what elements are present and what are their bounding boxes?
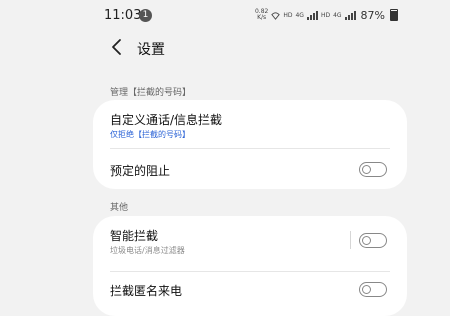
status-icons: 0.82 K/s HD 4G HD 4G 87%: [255, 8, 398, 22]
section-label-blocked-numbers: 管理【拦截的号码】: [110, 88, 192, 98]
notification-badge-icon: 1: [139, 9, 152, 22]
settings-card-other: 智能拦截 垃圾电话/消息过滤器 拦截匿名来电: [93, 216, 407, 316]
chevron-left-icon: [112, 39, 121, 55]
toggle-knob: [362, 235, 371, 245]
lte-label: 4G: [295, 11, 304, 19]
battery-icon: [390, 9, 398, 21]
network-speed: 0.82 K/s: [255, 9, 268, 21]
row-scheduled-block[interactable]: 预定的阻止: [93, 149, 407, 189]
signal-strength-icon: [306, 10, 318, 20]
status-bar: 11:03 1 0.82 K/s HD 4G HD 4G 87%: [0, 0, 450, 30]
status-time: 11:03: [104, 8, 142, 23]
row-title: 预定的阻止: [110, 164, 171, 178]
wifi-icon: [271, 11, 281, 20]
block-anonymous-toggle[interactable]: [359, 282, 387, 297]
hd-label: HD: [283, 11, 293, 19]
row-subtitle: 仅拒绝【拦截的号码】: [110, 130, 190, 139]
hd-label-2: HD: [320, 11, 331, 19]
row-title: 拦截匿名来电: [110, 284, 183, 298]
signal-strength-icon-2: [344, 10, 356, 20]
toggle-knob: [362, 164, 371, 174]
lte-label-2: 4G: [333, 11, 342, 19]
network-speed-unit: K/s: [257, 14, 267, 21]
smart-blocking-toggle[interactable]: [359, 233, 387, 248]
battery-percent: 87%: [360, 8, 385, 22]
row-smart-blocking[interactable]: 智能拦截 垃圾电话/消息过滤器: [93, 216, 407, 264]
back-button[interactable]: [106, 36, 128, 58]
row-title: 智能拦截: [110, 229, 159, 243]
row-title: 自定义通话/信息拦截: [110, 113, 223, 127]
settings-card-blocking: 自定义通话/信息拦截 仅拒绝【拦截的号码】 预定的阻止: [93, 100, 407, 189]
row-custom-call-message-blocking[interactable]: 自定义通话/信息拦截 仅拒绝【拦截的号码】: [93, 100, 407, 148]
page-title: 设置: [137, 42, 165, 58]
vertical-separator: [350, 231, 351, 249]
toggle-knob: [362, 284, 371, 294]
app-header: 设置: [0, 30, 450, 64]
scheduled-block-toggle[interactable]: [359, 162, 387, 177]
row-subtitle: 垃圾电话/消息过滤器: [110, 246, 185, 255]
section-label-other: 其他: [110, 203, 129, 213]
row-block-anonymous-calls[interactable]: 拦截匿名来电: [93, 272, 407, 316]
